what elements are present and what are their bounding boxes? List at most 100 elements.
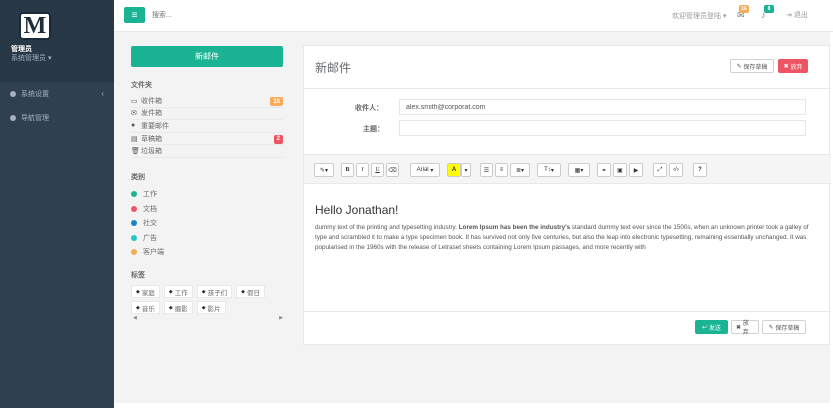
folders-title: 文件夹 <box>131 82 152 89</box>
compose-button[interactable]: 新邮件 <box>131 46 283 67</box>
page-title: 新邮件 <box>315 61 352 75</box>
tag-label: 假日 <box>246 289 260 297</box>
circle-icon <box>131 234 137 241</box>
category-label: 社交 <box>143 220 157 228</box>
tag-icon: ◆ <box>201 288 206 295</box>
circle-icon <box>131 249 137 256</box>
sign-out-icon: ⇥ <box>786 12 792 19</box>
code-view-icon[interactable]: ‹/› <box>669 163 683 177</box>
tag-icon: ◆ <box>201 304 206 311</box>
chevron-left-icon: ‹ <box>101 89 104 98</box>
help-icon[interactable]: ? <box>693 163 707 177</box>
table-icon: ▦ <box>574 167 581 174</box>
welcome-text[interactable]: 欢迎管理员登陆 ▾ <box>672 11 726 21</box>
sidebar: M 管理员 系统管理员 ▾ 系统设置 ‹ 导航管理 <box>0 0 114 408</box>
caret-down-icon: ▾ <box>47 55 52 62</box>
italic-button[interactable]: I <box>356 163 369 177</box>
tag-label: 工作 <box>174 289 188 297</box>
magic-icon: ✎▾ <box>319 167 329 174</box>
folder-count-badge: 16 <box>270 97 283 106</box>
folder-item[interactable]: ● 重要邮件 <box>131 120 283 133</box>
editor-body[interactable]: dummy text of the printing and typesetti… <box>315 223 815 252</box>
sidebar-item-label: 系统设置 <box>21 91 49 98</box>
tags-title: 标签 <box>131 272 145 280</box>
save-draft-button[interactable]: ✎ 保存草稿 <box>730 59 774 73</box>
search-input[interactable] <box>152 9 352 21</box>
reply-icon: ↩ <box>702 324 708 331</box>
discard-bottom-button[interactable]: ✖ 放弃 <box>731 320 759 336</box>
category-item[interactable]: 广告 <box>131 230 286 245</box>
sidebar-item-nav-management[interactable]: 导航管理 <box>0 106 114 130</box>
folder-label: 重要邮件 <box>141 122 169 130</box>
body-text-1: dummy text of the printing and typesetti… <box>315 224 459 231</box>
to-input[interactable] <box>399 99 806 115</box>
subject-input[interactable] <box>399 120 806 136</box>
tag-item[interactable]: ◆ 音乐 <box>131 301 160 315</box>
subject-label: 主题： <box>363 126 384 133</box>
category-label: 工作 <box>143 191 157 199</box>
bold-button[interactable]: B <box>341 163 354 177</box>
envelope-icon: ✉ <box>131 110 137 118</box>
font-family-dropdown[interactable]: Arial ▾ <box>410 163 440 177</box>
save-draft-bottom-button[interactable]: ✎ 保存草稿 <box>762 320 806 334</box>
save-draft-label: 保存草稿 <box>743 64 768 71</box>
tag-item[interactable]: ◆ 假日 <box>236 285 265 299</box>
folder-list: ▭ 收件箱 16 ✉ 发件箱 ● 重要邮件 ▤ 草稿箱 2 🗑 垃圾箱 <box>131 95 286 158</box>
trash-icon: 🗑 <box>131 148 140 156</box>
mail-count-badge: 16 <box>739 5 749 13</box>
folder-item[interactable]: ▤ 草稿箱 2 <box>131 133 283 146</box>
tag-item[interactable]: ◆ 影片 <box>196 301 226 315</box>
discard-button[interactable]: ✖ 放弃 <box>778 59 808 73</box>
category-item[interactable]: 工作 <box>131 187 286 202</box>
tag-label: 影片 <box>207 305 221 313</box>
category-item[interactable]: 客户端 <box>131 245 286 260</box>
send-button[interactable]: ↩ 发送 <box>695 320 728 334</box>
category-label: 客户端 <box>143 249 164 257</box>
picture-icon[interactable]: ▣ <box>613 163 627 177</box>
sidebar-header: M 管理员 系统管理员 ▾ <box>0 0 114 82</box>
folder-item[interactable]: 🗑 垃圾箱 <box>131 145 283 158</box>
pencil-icon: ✎ <box>768 324 774 331</box>
link-icon[interactable]: ⚭ <box>597 163 611 177</box>
logo-letter: M <box>23 13 47 39</box>
align-dropdown[interactable]: ≣▾ <box>510 163 530 177</box>
folder-label: 草稿箱 <box>141 135 162 143</box>
category-item[interactable]: 文档 <box>131 201 286 216</box>
times-icon: ✖ <box>783 63 789 70</box>
tag-item[interactable]: ◆ 摄影 <box>163 301 193 315</box>
logout-link[interactable]: ⇥ 退出 <box>786 10 808 20</box>
fullscreen-icon[interactable]: ⤢ <box>653 163 667 177</box>
sidebar-item-system-settings[interactable]: 系统设置 ‹ <box>0 82 114 106</box>
file-icon: ▤ <box>131 135 138 143</box>
folder-item[interactable]: ✉ 发件箱 <box>131 108 283 121</box>
tag-icon: ◆ <box>168 304 173 311</box>
link-icon <box>10 115 16 121</box>
category-item[interactable]: 社交 <box>131 216 286 231</box>
font-name-label: Arial <box>416 167 429 173</box>
eraser-icon[interactable]: ⌫ <box>386 163 399 177</box>
scroll-right-icon[interactable]: ▶ <box>279 315 283 323</box>
table-dropdown[interactable]: ▦ ▾ <box>568 163 590 177</box>
folder-label: 收件箱 <box>141 97 162 105</box>
pencil-icon: ✎ <box>736 63 742 70</box>
horizontal-scrollbar[interactable]: ◀ ▶ <box>133 315 283 323</box>
editor-heading[interactable]: Hello Jonathan! <box>315 203 398 217</box>
scroll-left-icon[interactable]: ◀ <box>133 315 137 323</box>
unordered-list-icon[interactable]: ☰ <box>480 163 493 177</box>
style-dropdown[interactable]: ✎▾ <box>314 163 334 177</box>
folder-item[interactable]: ▭ 收件箱 16 <box>131 95 283 108</box>
color-dropdown-icon[interactable]: ▾ <box>461 163 471 177</box>
tag-item[interactable]: ◆ 工作 <box>163 285 193 299</box>
tag-item[interactable]: ◆ 孩子们 <box>196 285 233 299</box>
user-role-dropdown[interactable]: 系统管理员 ▾ <box>11 53 51 63</box>
underline-button[interactable]: U <box>371 163 384 177</box>
tag-item[interactable]: ◆ 家庭 <box>131 285 160 299</box>
menu-toggle-button[interactable]: ≡ <box>124 7 145 23</box>
line-height-dropdown[interactable]: T↕ ▾ <box>537 163 561 177</box>
text-color-button[interactable]: A <box>447 163 461 177</box>
tag-icon: ◆ <box>168 288 173 295</box>
ordered-list-icon[interactable]: ≡ <box>495 163 508 177</box>
video-icon[interactable]: ▶ <box>629 163 643 177</box>
category-label: 广告 <box>143 234 157 242</box>
gear-icon <box>10 91 16 97</box>
